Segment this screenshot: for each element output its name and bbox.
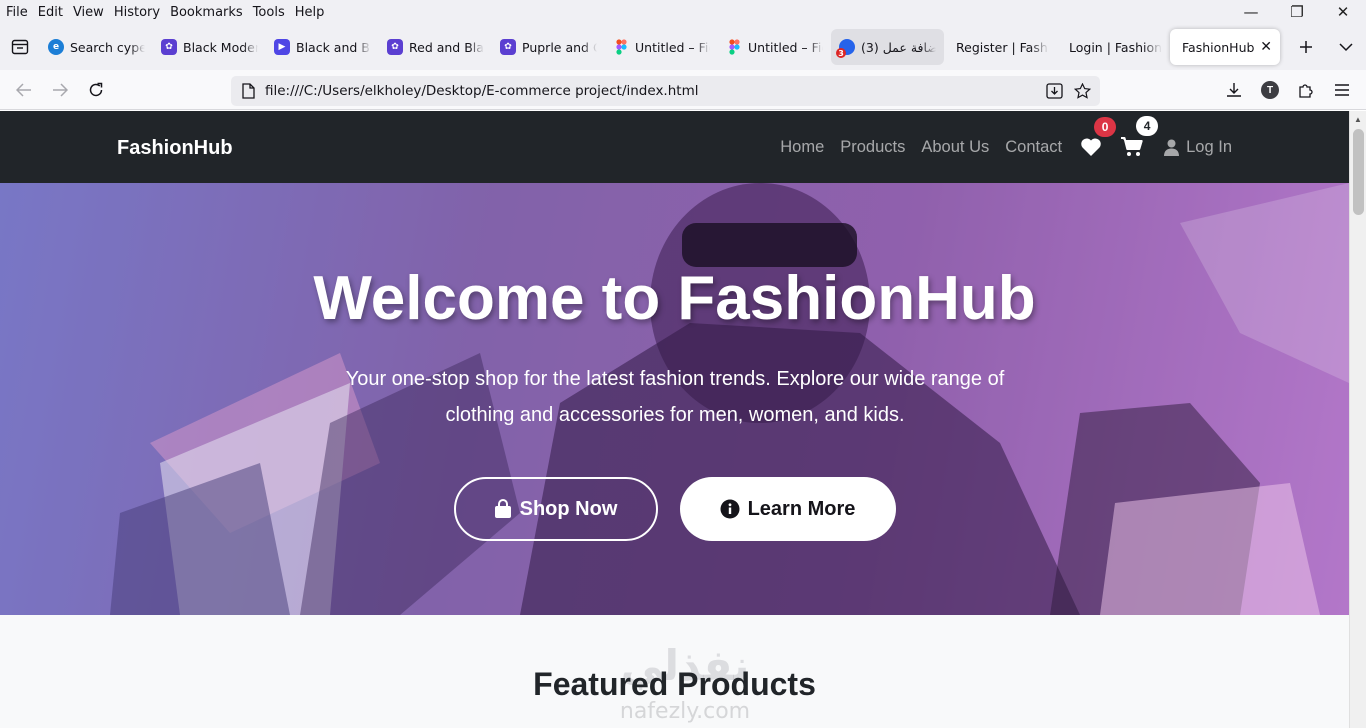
arrow-left-icon xyxy=(16,82,31,97)
nav-link-products[interactable]: Products xyxy=(840,138,905,157)
new-tab-button[interactable] xyxy=(1286,24,1326,70)
hero-title: Welcome to FashionHub xyxy=(313,264,1036,333)
extensions-button[interactable] xyxy=(1288,70,1324,110)
avatar: T xyxy=(1261,81,1279,99)
cart-count-badge: 4 xyxy=(1136,116,1159,136)
nafezly-icon: 3 xyxy=(836,39,855,58)
shopping-bag-icon xyxy=(494,499,511,518)
login-link[interactable]: Log In xyxy=(1164,138,1232,157)
url-actions xyxy=(1040,76,1096,106)
user-icon xyxy=(1164,139,1180,156)
info-circle-icon xyxy=(720,499,740,519)
tab-black-and-blue[interactable]: ▶ Black and Blu xyxy=(266,29,379,65)
wishlist-count-badge: 0 xyxy=(1094,117,1117,137)
tab-notification-badge: 3 xyxy=(836,48,846,58)
canva-icon: ✿ xyxy=(387,39,403,55)
menu-bar: File Edit View History Bookmarks Tools H… xyxy=(0,0,1366,24)
figma-icon xyxy=(726,39,742,55)
app-menu-button[interactable] xyxy=(1324,70,1360,110)
tab-nafezly[interactable]: 3 (3) إضافة عمل xyxy=(831,29,944,65)
puzzle-icon xyxy=(1299,84,1313,98)
menu-tools[interactable]: Tools xyxy=(248,5,290,20)
tabbar-actions xyxy=(1286,24,1366,70)
tab-figma-1[interactable]: Untitled – Fig xyxy=(605,29,718,65)
hamburger-icon xyxy=(1335,84,1349,96)
list-all-tabs-button[interactable] xyxy=(1326,24,1366,70)
account-button[interactable]: T xyxy=(1252,70,1288,110)
tab-register[interactable]: Register | Fashion xyxy=(944,29,1057,65)
menu-help[interactable]: Help xyxy=(290,5,330,20)
tab-black-modern[interactable]: ✿ Black Modern xyxy=(153,29,266,65)
hero-subtitle: Your one-stop shop for the latest fashio… xyxy=(345,368,1005,426)
tab-close-icon[interactable]: ✕ xyxy=(1260,39,1272,55)
reload-icon xyxy=(89,82,103,96)
restore-button[interactable]: ❐ xyxy=(1274,0,1320,24)
edge-icon: e xyxy=(48,39,64,55)
nav-link-home[interactable]: Home xyxy=(780,138,824,157)
plus-icon xyxy=(1300,41,1312,53)
scroll-thumb[interactable] xyxy=(1353,129,1364,215)
hero-content: Welcome to FashionHub Your one-stop shop… xyxy=(0,183,1349,615)
tab-bar: e Search cyper ✿ Black Modern ▶ Black an… xyxy=(0,24,1366,70)
cart-button[interactable]: 4 xyxy=(1120,116,1159,158)
minimize-button[interactable]: — xyxy=(1228,0,1274,24)
learn-more-button[interactable]: Learn More xyxy=(679,477,896,541)
url-text[interactable]: file:///C:/Users/elkholey/Desktop/E-comm… xyxy=(265,83,698,99)
navigation-toolbar: file:///C:/Users/elkholey/Desktop/E-comm… xyxy=(0,70,1366,110)
nav-link-contact[interactable]: Contact xyxy=(1005,138,1062,157)
arrow-right-icon xyxy=(53,82,68,97)
window-controls: — ❐ ✕ xyxy=(1228,0,1366,24)
chevron-down-icon xyxy=(1339,42,1353,51)
menu-history[interactable]: History xyxy=(109,5,165,20)
menu-edit[interactable]: Edit xyxy=(33,5,68,20)
back-button[interactable] xyxy=(6,74,42,106)
video-icon: ▶ xyxy=(274,39,290,55)
canva-icon: ✿ xyxy=(500,39,516,55)
nav-link-about[interactable]: About Us xyxy=(921,138,989,157)
star-icon xyxy=(1073,83,1091,99)
toolbar-right: T xyxy=(1216,70,1360,110)
save-to-pocket-button[interactable] xyxy=(1040,76,1068,106)
address-bar[interactable]: file:///C:/Users/elkholey/Desktop/E-comm… xyxy=(231,76,1100,106)
menu-view[interactable]: View xyxy=(68,5,109,20)
cart-icon xyxy=(1121,137,1143,156)
close-window-button[interactable]: ✕ xyxy=(1320,0,1366,24)
forward-button[interactable] xyxy=(42,74,78,106)
login-label: Log In xyxy=(1186,137,1232,156)
heart-icon xyxy=(1081,138,1101,156)
downloads-button[interactable] xyxy=(1216,70,1252,110)
menu-file[interactable]: File xyxy=(0,5,33,20)
site-navbar: FashionHub Home Products About Us Contac… xyxy=(0,111,1349,183)
wishlist-button[interactable]: 0 xyxy=(1080,117,1117,157)
tab-purple[interactable]: ✿ Puprle and G xyxy=(492,29,605,65)
download-icon xyxy=(1227,83,1241,97)
hero-section: Welcome to FashionHub Your one-stop shop… xyxy=(0,183,1349,615)
page-scrollbar[interactable]: ▲ xyxy=(1349,111,1366,728)
page-icon xyxy=(231,83,265,99)
menu-bookmarks[interactable]: Bookmarks xyxy=(165,5,248,20)
shop-now-label: Shop Now xyxy=(519,497,618,520)
canva-icon: ✿ xyxy=(161,39,177,55)
download-page-icon xyxy=(1045,83,1063,99)
hero-buttons: Shop Now Learn More xyxy=(0,477,1349,541)
site-nav-links: Home Products About Us Contact 0 4 Log I… xyxy=(764,111,1232,183)
tab-login[interactable]: Login | FashionHu xyxy=(1057,29,1170,65)
tab-manager-icon xyxy=(11,39,29,55)
tab-figma-2[interactable]: Untitled – Fig xyxy=(718,29,831,65)
site-brand[interactable]: FashionHub xyxy=(117,137,233,160)
figma-icon xyxy=(613,39,629,55)
shop-now-button[interactable]: Shop Now xyxy=(453,477,658,541)
learn-more-label: Learn More xyxy=(747,497,856,520)
tab-search[interactable]: e Search cyper xyxy=(40,29,153,65)
scroll-up-arrow-icon[interactable]: ▲ xyxy=(1350,111,1366,127)
page-viewport: FashionHub Home Products About Us Contac… xyxy=(0,111,1366,728)
tab-overview-button[interactable] xyxy=(0,24,40,70)
tab-red-and-black[interactable]: ✿ Red and Black xyxy=(379,29,492,65)
tab-fashionhub[interactable]: FashionHub ✕ xyxy=(1170,29,1280,65)
featured-products-title: Featured Products xyxy=(533,666,816,702)
reload-button[interactable] xyxy=(78,74,114,106)
bookmark-button[interactable] xyxy=(1068,76,1096,106)
